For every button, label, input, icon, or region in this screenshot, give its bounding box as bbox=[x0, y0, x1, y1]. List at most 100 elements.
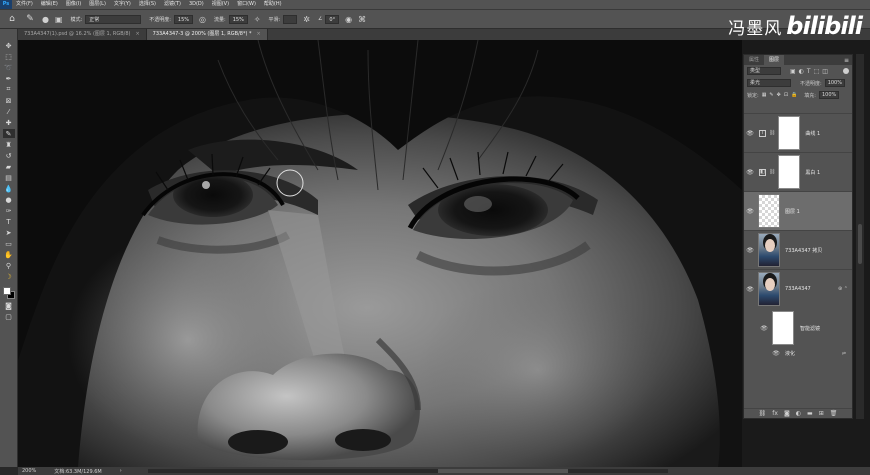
lock-paint-icon[interactable]: ✎ bbox=[769, 92, 773, 98]
pen-tool-icon[interactable]: ✑ bbox=[3, 206, 15, 215]
mode-dropdown[interactable]: 正常 bbox=[85, 14, 142, 24]
menu-file[interactable]: 文件(F) bbox=[12, 0, 37, 9]
add-mask-icon[interactable]: ◙ bbox=[784, 410, 790, 417]
trash-icon[interactable]: 🗑 bbox=[830, 410, 838, 417]
home-icon[interactable]: ⌂ bbox=[6, 13, 18, 25]
shape-filter-icon[interactable]: ⬚ bbox=[814, 68, 820, 75]
link-layers-icon[interactable]: ⛓ bbox=[759, 410, 767, 417]
tab-document-1[interactable]: 733A4347(1).psd @ 16.2% (图层 1, RGB/8) × bbox=[18, 29, 147, 40]
link-chain-icon[interactable]: ⛓ bbox=[769, 169, 775, 175]
document-size[interactable]: 文档:63.3M/129.6M bbox=[54, 468, 101, 475]
blend-mode-dropdown[interactable]: 柔光 bbox=[747, 79, 791, 87]
close-icon[interactable]: × bbox=[135, 29, 139, 40]
layer-name[interactable]: 733A4347 拷贝 bbox=[785, 247, 822, 254]
menu-filter[interactable]: 滤镜(T) bbox=[160, 0, 185, 9]
crop-tool-icon[interactable]: ⌗ bbox=[3, 85, 15, 94]
quick-select-tool-icon[interactable]: ✒ bbox=[3, 74, 15, 83]
stamp-tool-icon[interactable]: ♜ bbox=[3, 140, 15, 149]
blur-tool-icon[interactable]: 💧 bbox=[3, 184, 15, 193]
layer-name[interactable]: 曲线 1 bbox=[805, 130, 820, 137]
angle-input[interactable]: 0° bbox=[325, 14, 340, 24]
frame-tool-icon[interactable]: ⊠ bbox=[3, 96, 15, 105]
smart-filters-mask-row[interactable]: 👁 智能滤镜 bbox=[744, 309, 852, 347]
screen-mode-icon[interactable]: ▢ bbox=[3, 312, 15, 321]
eraser-tool-icon[interactable]: ▰ bbox=[3, 162, 15, 171]
layer-photo-smart[interactable]: 👁 733A4347 ⊛ ⌃ bbox=[744, 269, 852, 308]
visibility-eye-icon[interactable]: 👁 bbox=[744, 286, 756, 293]
new-layer-icon[interactable]: ⊞ bbox=[819, 410, 824, 417]
layer-thumbnail[interactable] bbox=[758, 194, 780, 228]
visibility-eye-icon[interactable]: 👁 bbox=[744, 130, 756, 137]
menu-window[interactable]: 窗口(W) bbox=[233, 0, 260, 9]
brush-preset-icon[interactable]: ✎ bbox=[24, 13, 36, 25]
history-brush-tool-icon[interactable]: ↺ bbox=[3, 151, 15, 160]
fill-input[interactable]: 100% bbox=[818, 91, 840, 99]
dodge-tool-icon[interactable]: ● bbox=[3, 195, 15, 204]
group-folder-icon[interactable]: ▬ bbox=[807, 410, 813, 417]
fx-icon[interactable]: fx bbox=[772, 410, 778, 417]
lock-all-icon[interactable]: 🔒 bbox=[791, 92, 797, 98]
layer-photo-copy[interactable]: 👁 733A4347 拷贝 bbox=[744, 230, 852, 269]
layer-black-white[interactable]: 👁 ◧ ⛓ 黑白 1 bbox=[744, 152, 852, 191]
scrollbar-thumb[interactable] bbox=[858, 224, 862, 264]
lock-transparent-icon[interactable]: ▦ bbox=[762, 92, 767, 98]
menu-layer[interactable]: 图层(L) bbox=[85, 0, 110, 9]
layer-curves[interactable]: 👁 ⌇ ⛓ 曲线 1 bbox=[744, 113, 852, 152]
tab-properties[interactable]: 属性 bbox=[744, 55, 764, 65]
banana-icon[interactable]: ☽ bbox=[3, 272, 15, 281]
quick-mask-icon[interactable]: ◙ bbox=[3, 301, 15, 310]
layer-filter-dropdown[interactable]: 类型 bbox=[747, 67, 781, 75]
filter-options-icon[interactable]: ⇌ bbox=[842, 351, 846, 357]
smoothing-input[interactable] bbox=[283, 14, 298, 24]
hand-tool-icon[interactable]: ✋ bbox=[3, 250, 15, 259]
lock-artboard-icon[interactable]: ⊡ bbox=[784, 92, 788, 98]
tab-layers[interactable]: 图层 bbox=[764, 55, 785, 65]
layer-thumbnail[interactable] bbox=[758, 233, 780, 267]
close-icon[interactable]: × bbox=[257, 29, 261, 40]
layer-name[interactable]: 黑白 1 bbox=[805, 169, 820, 176]
opacity-input[interactable]: 15% bbox=[173, 14, 194, 24]
menu-view[interactable]: 视图(V) bbox=[208, 0, 233, 9]
adjustment-filter-icon[interactable]: ◐ bbox=[799, 68, 804, 75]
foreground-color[interactable] bbox=[2, 287, 11, 295]
menu-select[interactable]: 选择(S) bbox=[135, 0, 160, 9]
color-swatches[interactable] bbox=[2, 287, 15, 299]
liquify-filter-row[interactable]: 👁 液化 ⇌ bbox=[744, 349, 852, 358]
pressure-opacity-icon[interactable]: ◎ bbox=[199, 15, 206, 24]
healing-tool-icon[interactable]: ✚ bbox=[3, 118, 15, 127]
move-tool-icon[interactable]: ✥ bbox=[3, 41, 15, 50]
path-select-tool-icon[interactable]: ➤ bbox=[3, 228, 15, 237]
pixel-filter-icon[interactable]: ▣ bbox=[790, 68, 796, 75]
marquee-tool-icon[interactable]: ⬚ bbox=[3, 52, 15, 61]
smoothing-settings-icon[interactable]: ✲ bbox=[303, 15, 310, 24]
type-tool-icon[interactable]: T bbox=[3, 217, 15, 226]
lock-move-icon[interactable]: ✥ bbox=[777, 92, 781, 98]
link-chain-icon[interactable]: ⛓ bbox=[769, 130, 775, 136]
visibility-eye-icon[interactable]: 👁 bbox=[744, 247, 756, 254]
menu-3d[interactable]: 3D(D) bbox=[185, 0, 208, 9]
visibility-eye-icon[interactable]: 👁 bbox=[758, 325, 770, 332]
menu-type[interactable]: 文字(Y) bbox=[110, 0, 135, 9]
airbrush-icon[interactable]: ✧ bbox=[254, 15, 261, 24]
menu-help[interactable]: 帮助(H) bbox=[260, 0, 286, 9]
layer-thumbnail[interactable] bbox=[758, 272, 780, 306]
filter-name[interactable]: 液化 bbox=[785, 350, 795, 357]
layer-name[interactable]: 733A4347 bbox=[785, 286, 811, 292]
smart-filter-icon[interactable]: ◫ bbox=[822, 68, 828, 75]
visibility-eye-icon[interactable]: 👁 bbox=[744, 169, 756, 176]
horizontal-scrollbar[interactable] bbox=[147, 469, 668, 473]
visibility-eye-icon[interactable]: 👁 bbox=[744, 208, 756, 215]
adjustment-layer-icon[interactable]: ◐ bbox=[796, 410, 801, 417]
lasso-tool-icon[interactable]: ➰ bbox=[3, 63, 15, 72]
type-filter-icon[interactable]: T bbox=[807, 68, 811, 75]
eyedropper-tool-icon[interactable]: ⁄ bbox=[3, 107, 15, 116]
expand-icon[interactable]: › bbox=[120, 468, 122, 474]
menu-edit[interactable]: 编辑(E) bbox=[37, 0, 62, 9]
panel-scrollbar[interactable] bbox=[856, 54, 864, 419]
zoom-tool-icon[interactable]: ⚲ bbox=[3, 261, 15, 270]
brush-size-icon[interactable]: ● bbox=[42, 15, 49, 24]
symmetry-icon[interactable]: ⌘ bbox=[358, 15, 366, 24]
zoom-level[interactable]: 200% bbox=[22, 468, 36, 474]
brush-settings-icon[interactable]: ▣ bbox=[55, 15, 63, 24]
layer-1-selected[interactable]: 👁 图层 1 bbox=[744, 191, 852, 230]
